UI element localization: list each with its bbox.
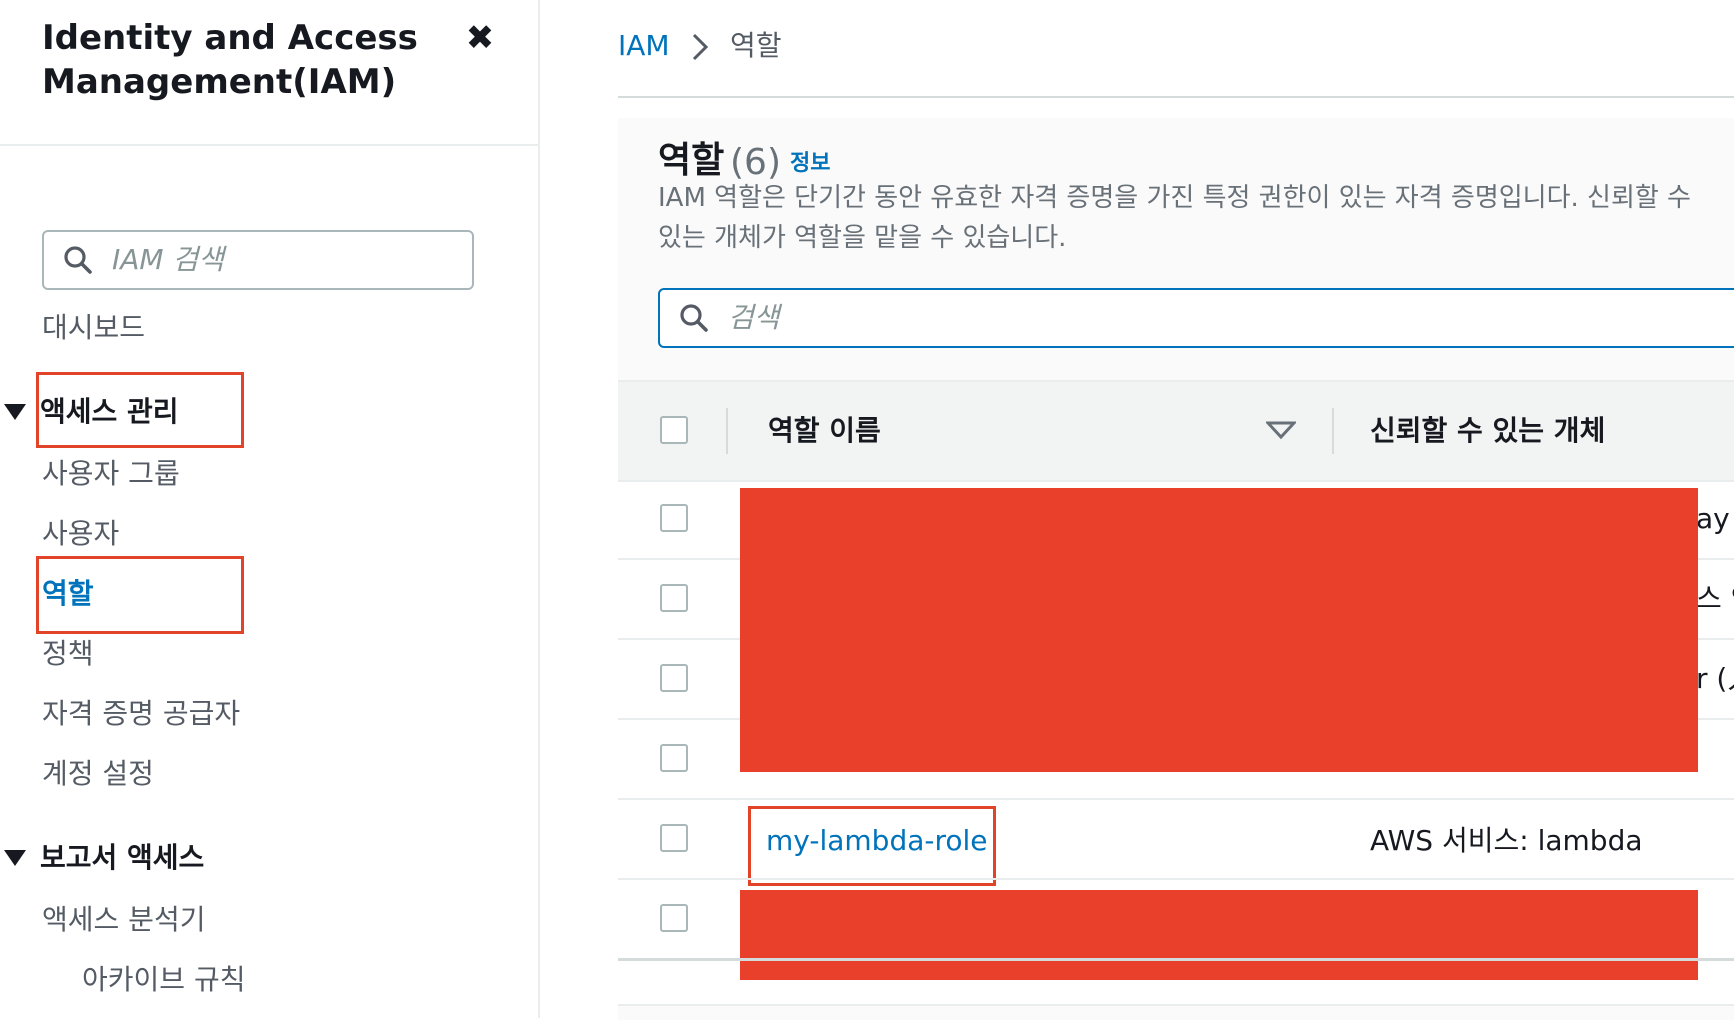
table-header: 역할 이름 신뢰할 수 있는 개체	[618, 380, 1734, 482]
sidebar-search-placeholder: IAM 검색	[112, 243, 224, 276]
sidebar-item-identity-providers[interactable]: 자격 증명 공급자	[42, 696, 240, 732]
roles-search-placeholder: 검색	[728, 301, 780, 334]
search-icon	[62, 244, 94, 280]
sidebar-item-archive-rules[interactable]: 아카이브 규칙	[82, 962, 245, 998]
select-all-checkbox[interactable]	[660, 416, 688, 444]
row-checkbox[interactable]	[660, 584, 688, 612]
trusted-entity-fragment: ay	[1696, 502, 1730, 535]
sidebar-item-policies[interactable]: 정책	[42, 636, 94, 672]
column-divider	[726, 408, 728, 454]
trusted-entity-text: AWS 서비스: lambda	[1370, 824, 1643, 857]
redaction-block	[740, 890, 1698, 980]
caret-down-icon[interactable]	[4, 404, 26, 420]
row-checkbox[interactable]	[660, 904, 688, 932]
sidebar-item-access-analyzer[interactable]: 액세스 분석기	[42, 902, 205, 938]
sidebar-item-dashboard[interactable]: 대시보드	[42, 310, 145, 346]
highlight-box-role-name	[748, 806, 996, 886]
chevron-right-icon	[690, 32, 710, 73]
sidebar-item-users[interactable]: 사용자	[42, 516, 119, 552]
highlight-box-roles	[36, 556, 244, 634]
row-checkbox[interactable]	[660, 824, 688, 852]
row-checkbox[interactable]	[660, 744, 688, 772]
header-divider	[618, 96, 1734, 98]
sidebar-section-access-reports[interactable]: 보고서 액세스	[40, 840, 204, 876]
column-divider	[1332, 408, 1334, 454]
sidebar-title: Identity and Access Management(IAM)	[42, 18, 418, 102]
trusted-entity-fragment: r (人	[1696, 662, 1734, 695]
roles-panel-header: 역할 (6) 정보 IAM 역할은 단기간 동안 유효한 자격 증명을 가진 특…	[618, 118, 1734, 380]
row-checkbox[interactable]	[660, 504, 688, 532]
close-icon[interactable]: ✖	[460, 18, 500, 58]
sort-down-icon[interactable]	[1264, 420, 1298, 444]
sidebar-search-input[interactable]: IAM 검색	[42, 230, 474, 290]
highlight-box-access-management	[36, 372, 244, 448]
info-link[interactable]: 정보	[790, 146, 830, 182]
search-icon	[678, 302, 710, 338]
roles-description: IAM 역할은 단기간 동안 유효한 자격 증명을 가진 특정 권한이 있는 자…	[658, 183, 1691, 253]
sidebar-item-account-settings[interactable]: 계정 설정	[42, 756, 154, 792]
redaction-block	[740, 488, 1698, 772]
table-bottom-rule	[618, 958, 1734, 961]
column-header-trusted-entities[interactable]: 신뢰할 수 있는 개체	[1370, 412, 1605, 450]
roles-search-input[interactable]: 검색	[658, 288, 1734, 348]
caret-down-icon[interactable]	[4, 850, 26, 866]
sidebar: Identity and Access Management(IAM) ✖ IA…	[0, 0, 540, 1018]
column-header-role-name[interactable]: 역할 이름	[768, 412, 881, 450]
trusted-entity-fragment: 스 인	[1696, 582, 1734, 615]
row-checkbox[interactable]	[660, 664, 688, 692]
breadcrumb-iam-link[interactable]: IAM	[618, 26, 670, 66]
sidebar-item-user-groups[interactable]: 사용자 그룹	[42, 456, 180, 492]
sidebar-divider	[0, 144, 538, 146]
breadcrumb-current: 역할	[730, 29, 782, 62]
